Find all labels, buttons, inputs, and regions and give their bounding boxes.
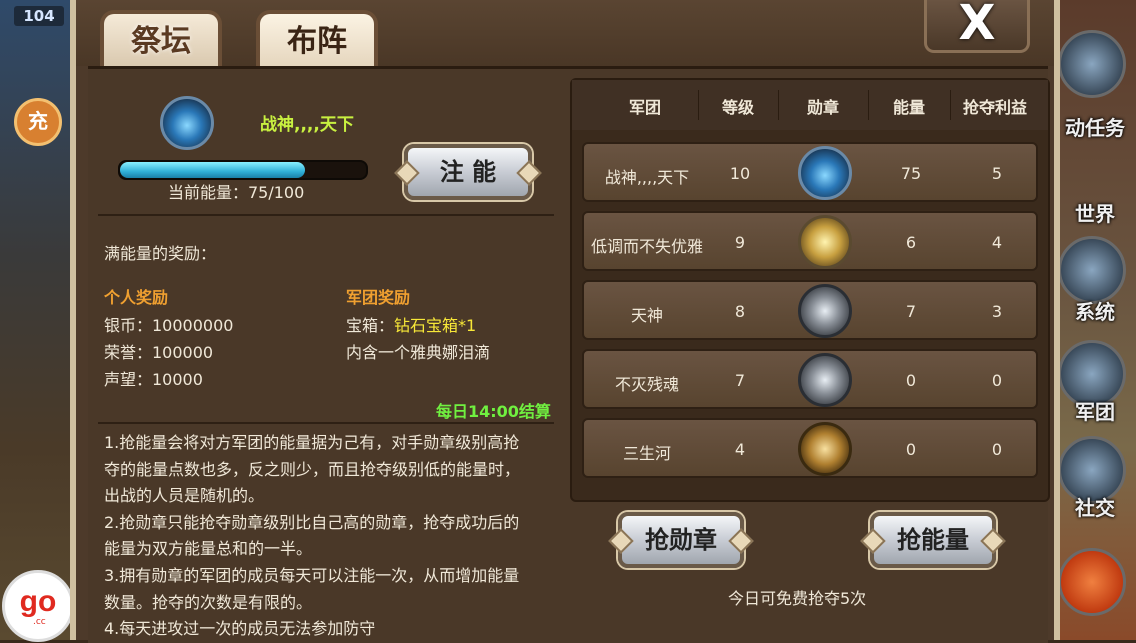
blue-horseshoe-emblem-icon <box>798 146 852 200</box>
menu-task-label[interactable]: 动任务 <box>1060 112 1130 141</box>
tab-formation[interactable]: 布阵 <box>256 10 378 70</box>
reward-silver: 银币：10000000 <box>104 316 234 335</box>
close-button[interactable]: X <box>924 0 1030 53</box>
divider-bottom <box>98 422 554 424</box>
legion-reward-title: 军团奖励 <box>346 288 411 307</box>
panel-header <box>76 0 1054 66</box>
row-legion-name: 三生河 <box>622 444 671 463</box>
player-level-badge: 104 <box>14 6 64 26</box>
settle-time: 每日14:00结算 <box>436 402 551 421</box>
energy-progress-fill <box>120 162 305 178</box>
row-energy: 75 <box>900 164 922 183</box>
header-legion: 军团 <box>628 98 661 117</box>
inject-energy-button[interactable]: 注 能 <box>394 144 542 200</box>
my-legion-name: 战神,,,,天下 <box>260 115 354 135</box>
row-profit: 0 <box>991 371 1003 390</box>
grab-energy-button[interactable]: 抢能量 <box>860 512 1006 568</box>
reward-prestige: 声望：10000 <box>104 370 203 389</box>
rule-4: 4.每天进攻过一次的成员无法参加防守 <box>104 619 376 639</box>
header-level: 等级 <box>721 98 754 117</box>
rules-text: 1.抢能量会将对方军团的能量据为己有，对手勋章级别高抢夺的能量点数也多，反之则少… <box>104 430 524 643</box>
site-logo: go .cc <box>2 570 74 642</box>
menu-system-label[interactable]: 系统 <box>1060 296 1130 325</box>
silver-flower-emblem-icon <box>798 353 852 407</box>
legion-reward-box-value: 钻石宝箱*1 <box>394 316 477 335</box>
menu-world-label[interactable]: 世界 <box>1060 198 1130 227</box>
gold-emblem-icon <box>798 215 852 269</box>
row-energy: 6 <box>905 233 917 252</box>
row-level: 8 <box>734 302 746 321</box>
row-legion-name: 不灭残魂 <box>614 375 679 394</box>
rule-2: 2.抢勋章只能抢夺勋章级别比自己高的勋章，抢夺成功后的能量为双方能量总和的一半。 <box>104 512 520 559</box>
legion-reward-desc: 内含一个雅典娜泪滴 <box>346 343 491 362</box>
header-medal: 勋章 <box>806 98 839 117</box>
row-level: 4 <box>734 440 746 459</box>
legion-reward-box: 宝箱：钻石宝箱*1 <box>346 316 477 335</box>
energy-value: 当前能量：75/100 <box>168 183 305 202</box>
rule-1: 1.抢能量会将对方军团的能量据为己有，对手勋章级别高抢夺的能量点数也多，反之则少… <box>104 433 521 506</box>
legion-ranking-table: 军团 等级 勋章 能量 抢夺利益 战神,,,,天下 10 75 5 低调而不失优… <box>570 78 1050 502</box>
expand-arrow-icon[interactable] <box>1058 548 1126 616</box>
row-level: 9 <box>734 233 746 252</box>
row-profit: 4 <box>991 233 1003 252</box>
table-row[interactable]: 不灭残魂 7 0 0 <box>582 349 1038 409</box>
bronze-star-emblem-icon <box>798 422 852 476</box>
row-profit: 0 <box>991 440 1003 459</box>
silver-flower-emblem-icon <box>798 284 852 338</box>
table-row[interactable]: 低调而不失优雅 9 6 4 <box>582 211 1038 271</box>
free-attempts-text: 今日可免费抢夺5次 <box>728 589 867 608</box>
table-row[interactable]: 天神 8 7 3 <box>582 280 1038 340</box>
divider-top <box>98 214 554 216</box>
row-profit: 3 <box>991 302 1003 321</box>
system-gear-icon[interactable] <box>1058 236 1126 304</box>
row-profit: 5 <box>991 164 1003 183</box>
row-level: 10 <box>729 164 751 183</box>
tab-altar[interactable]: 祭坛 <box>100 10 222 68</box>
energy-progress-bar <box>118 160 368 180</box>
row-legion-name: 低调而不失优雅 <box>590 237 703 256</box>
rule-3: 3.拥有勋章的军团的成员每天可以注能一次，从而增加能量数量。抢夺的次数是有限的。 <box>104 565 520 612</box>
personal-reward-title: 个人奖励 <box>104 288 169 307</box>
my-legion-emblem-icon <box>160 96 214 150</box>
task-icon[interactable] <box>1058 30 1126 98</box>
row-energy: 0 <box>905 440 917 459</box>
header-energy: 能量 <box>892 98 925 117</box>
row-energy: 7 <box>905 302 917 321</box>
rewards-heading: 满能量的奖励： <box>104 244 217 263</box>
menu-legion-label[interactable]: 军团 <box>1060 396 1130 425</box>
row-legion-name: 天神 <box>630 306 663 325</box>
grab-medal-button[interactable]: 抢勋章 <box>608 512 754 568</box>
menu-social-label[interactable]: 社交 <box>1060 492 1130 521</box>
table-row[interactable]: 战神,,,,天下 10 75 5 <box>582 142 1038 202</box>
reward-honor: 荣誉：100000 <box>104 343 214 362</box>
row-level: 7 <box>734 371 746 390</box>
recharge-button[interactable]: 充 <box>14 98 62 146</box>
row-energy: 0 <box>905 371 917 390</box>
table-row[interactable]: 三生河 4 0 0 <box>582 418 1038 478</box>
header-profit: 抢夺利益 <box>962 98 1027 117</box>
row-legion-name: 战神,,,,天下 <box>604 168 690 187</box>
table-header: 军团 等级 勋章 能量 抢夺利益 <box>572 80 1048 130</box>
